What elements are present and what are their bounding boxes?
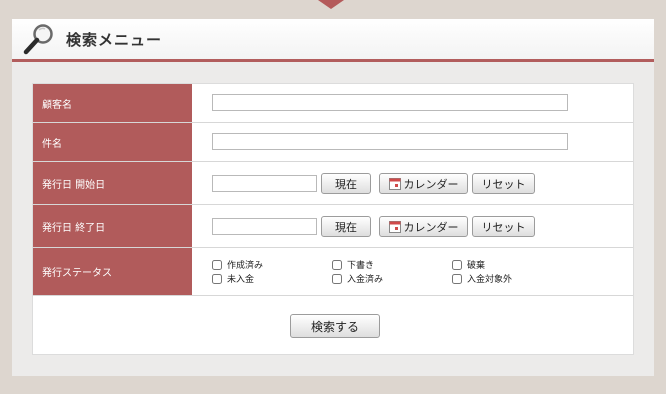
status-option-label: 未入金 bbox=[227, 275, 255, 285]
row-status: 発行ステータス 作成済み 下書き 破棄 未入金 入金済み 入金対象外 bbox=[33, 248, 633, 296]
customer-name-input[interactable] bbox=[212, 94, 568, 111]
start-now-button[interactable]: 現在 bbox=[321, 173, 371, 194]
page-title: 検索メニュー bbox=[66, 31, 163, 49]
start-reset-button[interactable]: リセット bbox=[472, 173, 535, 194]
header-pointer bbox=[318, 0, 344, 9]
status-option-label: 入金済み bbox=[347, 275, 384, 285]
search-submit-button[interactable]: 検索する bbox=[290, 314, 380, 338]
status-checkbox-discarded[interactable] bbox=[452, 259, 462, 270]
start-calendar-label: カレンダー bbox=[403, 177, 459, 191]
status-checkbox-created[interactable] bbox=[212, 259, 222, 270]
issue-end-input[interactable] bbox=[212, 218, 317, 235]
calendar-icon bbox=[388, 220, 401, 233]
status-option-label: 作成済み bbox=[227, 261, 264, 271]
status-checkbox-unpaid[interactable] bbox=[212, 273, 222, 284]
status-label: 発行ステータス bbox=[33, 248, 192, 295]
status-checkbox-paid[interactable] bbox=[332, 273, 342, 284]
status-option-draft[interactable]: 下書き bbox=[332, 258, 374, 271]
search-form: 顧客名 件名 発行日 開始日 現在 カレンダー リセット 発行日 終了日 現在 … bbox=[32, 83, 634, 355]
issue-end-label: 発行日 終了日 bbox=[33, 205, 192, 247]
start-calendar-button[interactable]: カレンダー bbox=[379, 173, 468, 194]
row-customer-name: 顧客名 bbox=[33, 84, 633, 123]
search-submit-label: 検索する bbox=[310, 319, 359, 334]
status-option-unpaid[interactable]: 未入金 bbox=[212, 272, 254, 285]
customer-name-label: 顧客名 bbox=[33, 84, 192, 122]
subject-label: 件名 bbox=[33, 123, 192, 161]
status-option-paid[interactable]: 入金済み bbox=[332, 272, 383, 285]
issue-start-label: 発行日 開始日 bbox=[33, 162, 192, 204]
end-calendar-label: カレンダー bbox=[403, 220, 459, 234]
end-calendar-button[interactable]: カレンダー bbox=[379, 216, 468, 237]
status-option-label: 入金対象外 bbox=[467, 275, 513, 285]
status-option-discarded[interactable]: 破棄 bbox=[452, 258, 485, 271]
panel-header: 検索メニュー bbox=[12, 19, 654, 62]
start-reset-label: リセット bbox=[481, 177, 526, 191]
row-issue-end: 発行日 終了日 現在 カレンダー リセット bbox=[33, 205, 633, 248]
subject-input[interactable] bbox=[212, 133, 568, 150]
start-now-label: 現在 bbox=[335, 177, 357, 191]
end-reset-label: リセット bbox=[481, 220, 526, 234]
status-checkbox-draft[interactable] bbox=[332, 259, 342, 270]
calendar-icon bbox=[388, 177, 401, 190]
status-option-not-applicable[interactable]: 入金対象外 bbox=[452, 272, 512, 285]
end-now-label: 現在 bbox=[335, 220, 357, 234]
status-option-created[interactable]: 作成済み bbox=[212, 258, 263, 271]
search-panel: 検索メニュー 顧客名 件名 発行日 開始日 現在 カレンダー リセット 発行日 … bbox=[12, 19, 654, 376]
end-reset-button[interactable]: リセット bbox=[472, 216, 535, 237]
end-now-button[interactable]: 現在 bbox=[321, 216, 371, 237]
status-checkbox-not-applicable[interactable] bbox=[452, 273, 462, 284]
status-option-label: 下書き bbox=[347, 261, 375, 271]
status-option-label: 破棄 bbox=[467, 261, 486, 271]
row-issue-start: 発行日 開始日 現在 カレンダー リセット bbox=[33, 162, 633, 205]
search-icon bbox=[21, 22, 57, 60]
row-subject: 件名 bbox=[33, 123, 633, 162]
issue-start-input[interactable] bbox=[212, 175, 317, 192]
